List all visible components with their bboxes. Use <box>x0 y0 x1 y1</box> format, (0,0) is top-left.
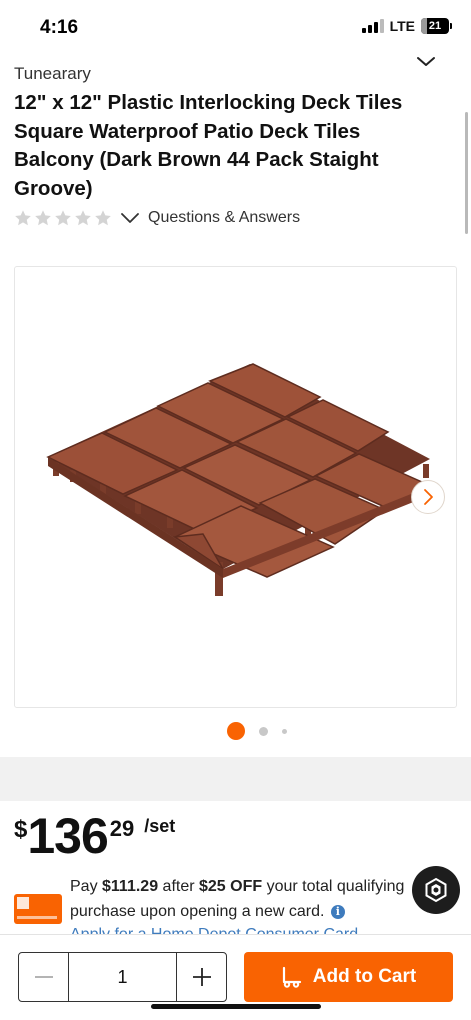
star-icon <box>35 210 51 226</box>
decrease-quantity-button[interactable] <box>19 953 68 1001</box>
pagination-dot-active[interactable] <box>227 722 245 740</box>
promo-discounted-price: $111.29 <box>102 878 159 895</box>
chevron-right-icon <box>424 489 433 505</box>
apply-card-link[interactable]: Apply for a Home Depot Consumer Card <box>70 924 358 934</box>
battery-level: 21 <box>428 20 442 32</box>
deck-tiles-product-image[interactable] <box>45 362 435 607</box>
star-icon <box>15 210 31 226</box>
info-icon[interactable]: i <box>330 905 345 919</box>
add-to-cart-label: Add to Cart <box>312 966 417 987</box>
product-brand[interactable]: Tunearary <box>14 64 91 84</box>
price-cents: 29 <box>109 816 135 841</box>
price-currency: $ <box>14 816 28 843</box>
questions-answers-link[interactable]: Questions & Answers <box>148 209 300 227</box>
network-type: LTE <box>389 18 415 34</box>
add-to-cart-button[interactable]: Add to Cart <box>244 952 453 1002</box>
chevron-down-icon[interactable] <box>415 50 437 72</box>
credit-card-icon <box>14 894 62 924</box>
promo-text: Pay $111.29 after $25 OFF your total qua… <box>70 878 405 920</box>
cellular-signal-icon <box>361 19 384 33</box>
promo-discount: $25 OFF <box>199 878 263 895</box>
star-icon <box>75 210 91 226</box>
quantity-stepper: 1 <box>18 952 227 1002</box>
product-title: 12" x 12" Plastic Interlocking Deck Tile… <box>14 91 403 200</box>
status-bar: 4:16 LTE 21 <box>0 0 471 56</box>
section-divider <box>0 757 471 801</box>
price-unit: /set <box>144 816 176 836</box>
hand-truck-icon <box>282 966 301 988</box>
scroll-indicator[interactable] <box>465 112 468 234</box>
pagination-dot[interactable] <box>259 726 268 736</box>
battery-icon: 21 <box>421 18 452 34</box>
status-time: 4:16 <box>40 17 79 38</box>
price-dollars: 136 <box>27 808 108 864</box>
rating-stars <box>14 209 112 227</box>
chevron-down-icon[interactable] <box>120 208 140 228</box>
product-price: $ 136 29 /set <box>14 808 175 864</box>
star-icon <box>55 210 71 226</box>
pagination-dot[interactable] <box>282 728 287 734</box>
minus-icon <box>34 976 53 978</box>
plus-icon <box>192 968 211 986</box>
gallery-pagination[interactable] <box>0 722 471 740</box>
increase-quantity-button[interactable] <box>177 953 226 1001</box>
next-image-button[interactable] <box>411 480 445 514</box>
star-icon <box>95 210 111 226</box>
rating-row[interactable]: Questions & Answers <box>14 208 300 228</box>
assistant-hexagon-icon <box>425 877 447 903</box>
status-indicators: LTE 21 <box>361 18 452 34</box>
quantity-input[interactable]: 1 <box>68 953 177 1001</box>
chat-assistant-button[interactable] <box>412 866 460 914</box>
product-image-gallery[interactable] <box>14 266 457 708</box>
home-indicator[interactable] <box>151 1004 321 1009</box>
